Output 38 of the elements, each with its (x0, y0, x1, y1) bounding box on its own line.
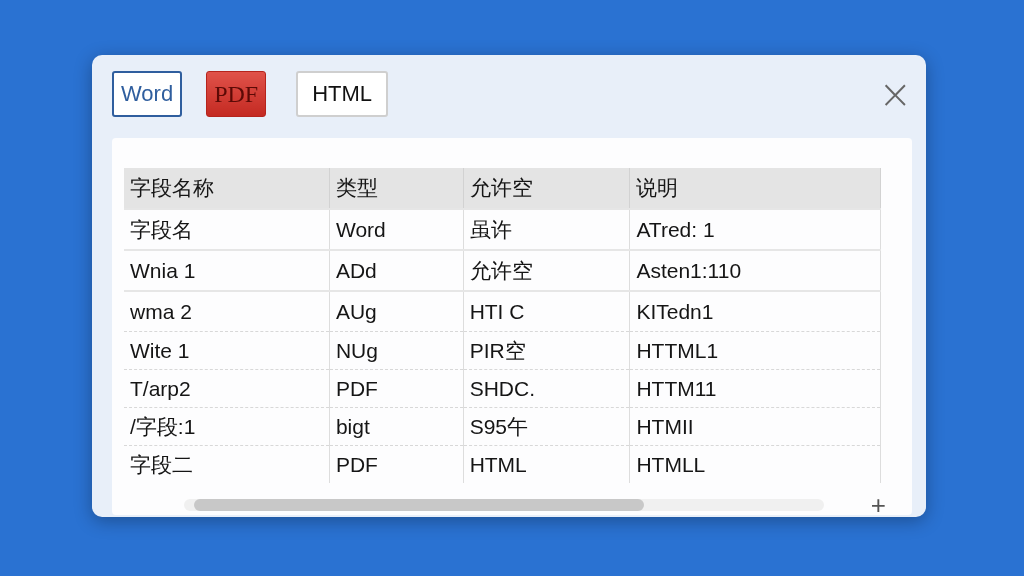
table-cell: S95午 (463, 407, 630, 446)
table-cell: SHDC. (463, 369, 630, 408)
table-cell: HTI C (463, 291, 630, 332)
table-cell: Word (329, 209, 464, 250)
table-cell: AUg (329, 291, 464, 332)
table-cell: KITedn1 (629, 291, 881, 332)
table-cell: PDF (329, 445, 464, 483)
close-button[interactable]: × (878, 74, 912, 114)
table-cell: 字段名 (124, 209, 330, 250)
word-export-button[interactable]: Word (112, 71, 183, 117)
table-cell: PIR空 (463, 331, 630, 370)
table-cell: ATred: 1 (629, 209, 881, 250)
table-cell: bigt (329, 407, 464, 446)
horizontal-scrollbar[interactable] (184, 499, 824, 511)
table-cell: NUg (329, 331, 464, 370)
table-cell: HTTML1 (629, 331, 881, 370)
table-cell: HTML (463, 445, 630, 483)
html-export-button[interactable]: HTML (296, 71, 389, 117)
column-header: 说明 (629, 168, 881, 209)
column-header: 允许空 (463, 168, 630, 209)
table-cell: Asten1:110 (629, 250, 881, 291)
table-cell: T/arp2 (124, 369, 330, 408)
table-cell: 允许空 (463, 250, 630, 291)
table-cell: /字段:1 (124, 407, 330, 446)
table-cell: Wnia 1 (124, 250, 330, 291)
table-cell: Wite 1 (124, 331, 330, 370)
table-cell: 虽许 (463, 209, 630, 250)
table-cell: PDF (329, 369, 464, 408)
column-header: 字段名称 (124, 168, 330, 209)
table-cell: HTMLL (629, 445, 881, 483)
scrollbar-thumb[interactable] (194, 499, 644, 511)
add-button[interactable]: + (870, 495, 886, 515)
table-cell: HTTM11 (629, 369, 881, 408)
table-cell: ADd (329, 250, 464, 291)
table-cell: wma 2 (124, 291, 330, 332)
column-header: 类型 (329, 168, 464, 209)
table-cell: 字段二 (124, 445, 330, 483)
table-cell: HTMII (629, 407, 881, 446)
